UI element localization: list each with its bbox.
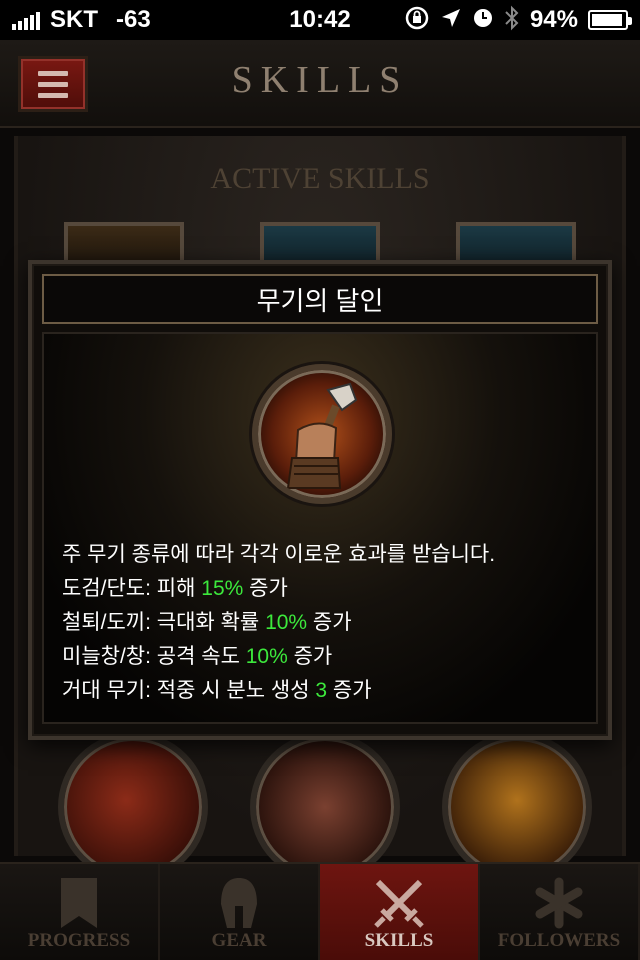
skill-tooltip[interactable]: 무기의 달인 주 무기 종류에 따라 각각 이로운 효과를 받습니다. 도검/단… [28,260,612,740]
tooltip-title-box: 무기의 달인 [42,274,598,324]
tooltip-description-line: 주 무기 종류에 따라 각각 이로운 효과를 받습니다. [62,543,496,566]
passive-skill-slot-2[interactable] [250,732,400,882]
signal-bars-icon [12,10,40,30]
tab-followers[interactable]: FOLLOWERS [480,864,640,960]
tooltip-stat-line: 도검/단도: 피해 15% 증가 [62,577,288,600]
tab-gear[interactable]: GEAR [160,864,320,960]
status-time: 10:42 [289,6,351,33]
location-arrow-icon [440,7,462,33]
tooltip-description: 주 무기 종류에 따라 각각 이로운 효과를 받습니다. 도검/단도: 피해 1… [62,538,582,708]
tab-bar: PROGRESS GEAR SKILLS FOLLOWERS [0,862,640,960]
section-title-active-skills: ACTIVE SKILLS [210,162,430,195]
alarm-clock-icon [472,7,494,33]
status-left: SKT -63 [12,6,151,34]
tooltip-stat-line: 미늘창/창: 공격 속도 10% 증가 [62,645,333,668]
stat-value: 10% [265,611,308,634]
weapon-master-skill-icon [252,364,392,504]
tab-progress[interactable]: PROGRESS [0,864,160,960]
bluetooth-icon [504,5,520,35]
tab-skills[interactable]: SKILLS [320,864,480,960]
carrier-name: SKT [50,6,98,33]
status-bar: SKT -63 10:42 94% [0,0,640,40]
bookmark-banner-icon [57,876,101,935]
signal-strength: -63 [116,6,151,33]
header: SKILLS [0,40,640,128]
tooltip-stat-line: 철퇴/도끼: 극대화 확률 10% 증가 [62,611,352,634]
crossed-swords-icon [372,876,426,935]
asterisk-icon [534,876,584,935]
passive-skill-slot-1[interactable] [58,732,208,882]
battery-level [592,14,623,26]
battery-percent: 94% [529,6,578,33]
tooltip-title: 무기의 달인 [256,285,384,316]
tooltip-stat-line: 거대 무기: 적중 시 분노 생성 3 증가 [62,679,372,702]
page-title: SKILLS [231,59,409,101]
status-right: 94% [404,5,632,35]
tooltip-body: 주 무기 종류에 따라 각각 이로운 효과를 받습니다. 도검/단도: 피해 1… [42,332,598,724]
stat-value: 3 [315,679,328,702]
helmet-icon [217,876,261,935]
passive-skill-slot-3[interactable] [442,732,592,882]
stat-value: 10% [245,645,288,668]
orientation-lock-icon [404,5,430,35]
battery-icon [588,10,632,30]
stat-value: 15% [201,577,244,600]
